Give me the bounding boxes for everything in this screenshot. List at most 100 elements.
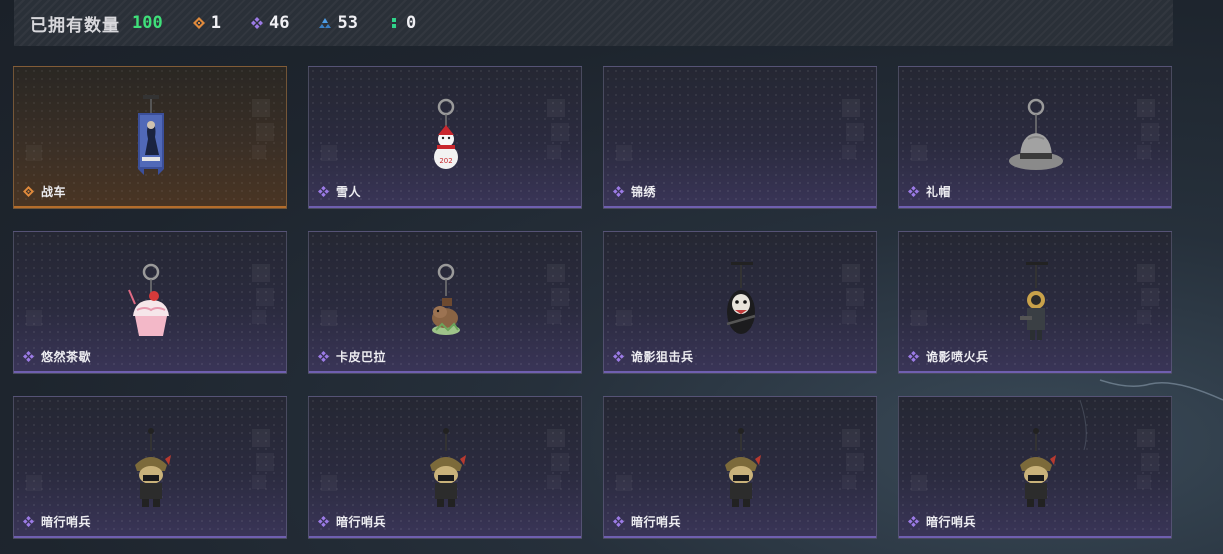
purple-clover-icon [318,186,329,197]
snowman-charm-icon: 202 [416,95,476,181]
item-card[interactable]: 暗行哨兵 [898,396,1172,539]
sniper-charm-icon [711,260,771,346]
purple-clover-icon [23,516,34,527]
stat-gold-value: 1 [210,13,221,33]
inventory-header: 已拥有数量 100 1 46 53 0 [14,0,1173,46]
purple-clover-icon [908,351,919,362]
purple-clover-icon [908,186,919,197]
inventory-page: 已拥有数量 100 1 46 53 0 战车 202 雪人 锦绣 礼帽 悠然茶歇… [0,0,1223,554]
item-name: 雪人 [336,185,362,199]
item-name: 暗行哨兵 [926,515,977,529]
card-decoration [26,310,42,326]
blue-triangle-icon [319,18,332,28]
banner-charm-icon [121,95,181,181]
card-decoration [1137,99,1159,161]
item-name: 卡皮巴拉 [336,350,387,364]
item-name: 诡影狙击兵 [631,350,694,364]
item-card[interactable]: 202 雪人 [308,66,582,209]
item-card[interactable]: 战车 [13,66,287,209]
purple-clover-icon [613,351,624,362]
card-decoration [911,310,927,326]
item-card[interactable]: 暗行哨兵 [308,396,582,539]
item-card[interactable]: 悠然茶歇 [13,231,287,374]
card-decoration [616,310,632,326]
item-label: 礼帽 [908,183,951,200]
stat-blue: 53 [319,13,358,33]
item-name: 战车 [41,185,67,199]
flamethrower-charm-icon [1006,260,1066,346]
item-name: 悠然茶歇 [41,350,92,364]
item-label: 悠然茶歇 [23,348,91,365]
card-decoration [321,310,337,326]
purple-clover-icon [250,17,263,29]
item-label: 战车 [23,183,66,200]
purple-clover-icon [318,516,329,527]
card-decoration [252,99,274,161]
green-dots-icon [391,18,396,28]
stat-purple-value: 46 [268,13,290,33]
card-decoration [1137,264,1159,326]
item-label: 诡影喷火兵 [908,348,989,365]
item-label: 暗行哨兵 [318,513,386,530]
card-decoration [26,145,42,161]
item-card[interactable]: 诡影狙击兵 [603,231,877,374]
card-decoration [252,264,274,326]
card-decoration [616,475,632,491]
card-decoration [252,429,274,491]
orange-diamond-icon [23,186,34,197]
item-name: 暗行哨兵 [631,515,682,529]
card-decoration [842,264,864,326]
sentry-charm-icon [416,425,476,511]
item-label: 暗行哨兵 [908,513,976,530]
stat-gold: 1 [192,13,221,33]
orange-diamond-icon [192,17,205,29]
card-decoration [547,429,569,491]
card-decoration [321,145,337,161]
stat-green: 0 [388,13,416,33]
stat-green-value: 0 [405,13,417,33]
capybara-charm-icon [416,260,476,346]
item-card[interactable]: 暗行哨兵 [13,396,287,539]
item-label: 暗行哨兵 [23,513,91,530]
sentry-charm-icon [121,425,181,511]
cupcake-charm-icon [121,260,181,346]
item-card[interactable]: 礼帽 [898,66,1172,209]
purple-clover-icon [908,516,919,527]
card-decoration [547,99,569,161]
card-decoration [321,475,337,491]
card-decoration [1137,429,1159,491]
card-decoration [547,264,569,326]
svg-text:202: 202 [439,157,452,165]
owned-label: 已拥有数量 [30,15,120,36]
item-name: 锦绣 [631,185,657,199]
card-decoration [26,475,42,491]
item-name: 暗行哨兵 [336,515,387,529]
stat-purple: 46 [250,13,290,33]
owned-count: 100 [132,13,163,33]
item-label: 诡影狙击兵 [613,348,694,365]
item-name: 礼帽 [926,185,952,199]
item-name: 暗行哨兵 [41,515,92,529]
owned-summary: 已拥有数量 100 1 46 53 0 [30,10,416,36]
card-decoration [842,429,864,491]
item-card[interactable]: 锦绣 [603,66,877,209]
card-decoration [911,145,927,161]
fedora-hat-charm-icon [1006,95,1066,181]
purple-clover-icon [613,516,624,527]
item-label: 卡皮巴拉 [318,348,386,365]
card-decoration [616,145,632,161]
item-card[interactable]: 卡皮巴拉 [308,231,582,374]
stat-blue-value: 53 [337,13,358,33]
card-decoration [842,99,864,161]
item-label: 暗行哨兵 [613,513,681,530]
sentry-charm-icon [711,425,771,511]
purple-clover-icon [613,186,624,197]
purple-clover-icon [23,351,34,362]
item-name: 诡影喷火兵 [926,350,989,364]
item-card[interactable]: 暗行哨兵 [603,396,877,539]
sentry-charm-icon [1006,425,1066,511]
item-label: 雪人 [318,183,361,200]
card-decoration [911,475,927,491]
item-card[interactable]: 诡影喷火兵 [898,231,1172,374]
item-label: 锦绣 [613,183,656,200]
